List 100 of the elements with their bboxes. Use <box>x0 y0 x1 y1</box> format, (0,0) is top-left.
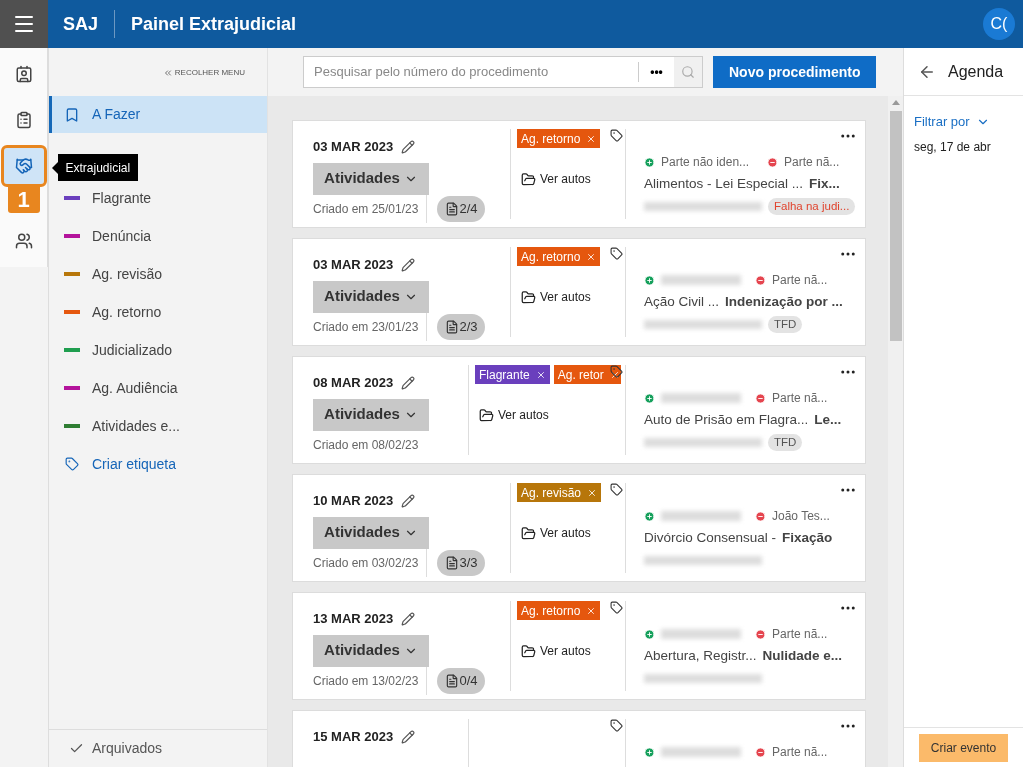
tag-chip[interactable]: Ag. retor <box>553 365 621 384</box>
search-field[interactable]: Pesquisar pelo número do procedimento ••• <box>303 56 703 88</box>
tag-chip[interactable]: Ag. revisão <box>517 483 602 502</box>
close-icon[interactable] <box>535 369 546 380</box>
view-files-link[interactable]: Ver autos <box>521 524 621 542</box>
party-name: Parte nã... <box>772 626 828 643</box>
party-name: Parte nã... <box>772 744 828 761</box>
double-chevron-icon <box>162 68 173 78</box>
documents-count[interactable]: 2/3 <box>437 314 486 340</box>
created-date: Criado em 25/01/23 <box>313 201 420 218</box>
activities-dropdown[interactable]: Atividades <box>313 634 429 667</box>
pencil-icon[interactable] <box>401 375 416 390</box>
tag-chip[interactable]: Ag. retorno <box>517 129 601 148</box>
handshake-icon <box>14 157 33 175</box>
sidebar-item[interactable]: Ag. retorno <box>49 293 267 331</box>
view-files-link[interactable]: Ver autos <box>521 170 621 188</box>
due-date: 03 MAR 2023 <box>313 256 394 274</box>
tooltip: Extrajudicial <box>57 154 139 181</box>
minus-circle-icon <box>767 156 778 168</box>
documents-count[interactable]: 3/3 <box>437 550 486 576</box>
step-callout: 1 <box>7 185 40 213</box>
tag-chip[interactable]: Ag. retorno <box>517 247 601 266</box>
search-icon <box>681 65 695 79</box>
due-date: 15 MAR 2023 <box>313 728 394 746</box>
minus-circle-icon <box>755 746 766 758</box>
sidebar-item[interactable]: Denúncia <box>49 217 267 255</box>
close-icon[interactable] <box>587 487 598 498</box>
sidebar-item[interactable]: Ag. revisão <box>49 255 267 293</box>
due-date: 08 MAR 2023 <box>313 374 394 392</box>
folder-icon <box>479 407 494 423</box>
page-title: Painel Extrajudicial <box>131 12 297 36</box>
sidebar-item[interactable]: Judicializado <box>49 331 267 369</box>
procedure-subject: Indenização por ... <box>725 293 843 311</box>
procedure-class: Abertura, Registr... <box>644 647 757 665</box>
add-tag-icon[interactable] <box>610 483 623 496</box>
close-icon[interactable] <box>586 605 597 616</box>
procedure-subject: Nulidade e... <box>762 647 843 665</box>
activities-dropdown[interactable]: Atividades <box>313 516 429 549</box>
status-chip: TFD <box>768 433 803 451</box>
sidebar-item[interactable]: Flagrante <box>49 179 267 217</box>
archived-link[interactable]: Arquivados <box>49 729 267 767</box>
sidebar-item[interactable]: Ag. Audiência <box>49 369 267 407</box>
add-tag-icon[interactable] <box>610 601 623 614</box>
plus-circle-icon <box>644 628 655 640</box>
due-date: 10 MAR 2023 <box>313 492 394 510</box>
plus-circle-icon <box>644 274 655 286</box>
add-tag-icon[interactable] <box>610 129 623 142</box>
scrollbar[interactable] <box>888 96 903 767</box>
sidebar-item[interactable]: Atividades e... <box>49 407 267 445</box>
add-tag-icon <box>64 457 80 471</box>
menu-button[interactable] <box>0 0 48 48</box>
folder-icon <box>521 525 536 541</box>
collapse-menu-button[interactable]: RECOLHER MENU <box>162 66 245 80</box>
procedure-class: Alimentos - Lei Especial ... <box>644 175 804 193</box>
pencil-icon[interactable] <box>401 493 416 508</box>
person-card-icon <box>14 65 33 83</box>
search-input[interactable]: Pesquisar pelo número do procedimento <box>304 62 638 82</box>
close-icon[interactable] <box>586 251 597 262</box>
create-event-button[interactable]: Criar evento <box>918 733 1009 762</box>
view-files-link[interactable]: Ver autos <box>521 642 621 660</box>
plus-circle-icon <box>644 510 655 522</box>
add-tag-icon[interactable] <box>610 365 623 378</box>
view-files-link[interactable]: Ver autos <box>479 406 621 424</box>
pencil-icon[interactable] <box>401 729 416 744</box>
view-files-link[interactable]: Ver autos <box>521 288 621 306</box>
agenda-title: Agenda <box>948 61 1004 82</box>
procedure-class: Divórcio Consensual - <box>644 529 777 547</box>
add-tag-icon[interactable] <box>610 719 623 732</box>
add-tag-icon[interactable] <box>610 247 623 260</box>
close-icon[interactable] <box>609 369 620 380</box>
activities-dropdown[interactable]: Atividades <box>313 398 429 431</box>
minus-circle-icon <box>755 510 766 522</box>
pencil-icon[interactable] <box>401 611 416 626</box>
sidebar-item[interactable]: A Fazer <box>49 96 267 133</box>
new-procedure-button[interactable]: Novo procedimento <box>713 56 877 88</box>
plus-circle-icon <box>644 392 655 404</box>
filter-dropdown[interactable]: Filtrar por <box>914 112 990 132</box>
create-tag-link[interactable]: Criar etiqueta <box>49 445 267 483</box>
created-date: Criado em 03/02/23 <box>313 555 420 572</box>
procedure-subject: Fix... <box>809 175 840 193</box>
documents-count[interactable]: 2/4 <box>437 196 486 222</box>
pencil-icon[interactable] <box>401 257 416 272</box>
created-date: Criado em 23/01/23 <box>313 319 420 336</box>
due-date: 03 MAR 2023 <box>313 138 394 156</box>
tag-chip[interactable]: Flagrante <box>475 365 550 384</box>
tag-chip[interactable]: Ag. retorno <box>517 601 601 620</box>
minus-circle-icon <box>755 392 766 404</box>
document-icon <box>445 673 460 689</box>
activities-dropdown[interactable]: Atividades <box>313 162 429 195</box>
rail-button[interactable] <box>3 148 44 184</box>
minus-circle-icon <box>755 628 766 640</box>
avatar[interactable]: C( <box>983 8 1015 40</box>
procedure-class: Ação Civil ... <box>644 293 720 311</box>
party-name: João Tes... <box>772 508 830 525</box>
pencil-icon[interactable] <box>401 139 416 154</box>
party-name: Parte nã... <box>784 154 840 171</box>
activities-dropdown[interactable]: Atividades <box>313 280 429 313</box>
close-icon[interactable] <box>586 133 597 144</box>
documents-count[interactable]: 0/4 <box>437 668 486 694</box>
app-logo: SAJ <box>63 12 98 36</box>
